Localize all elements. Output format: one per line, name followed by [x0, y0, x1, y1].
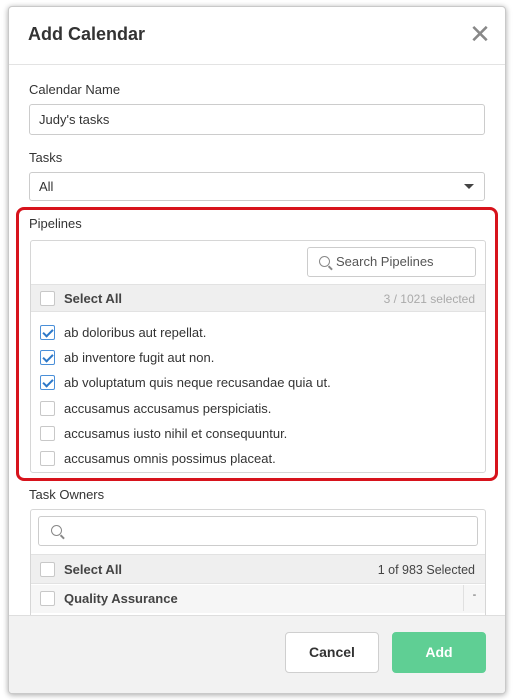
pipeline-item-label: accusamus iusto nihil et consequuntur. — [64, 426, 288, 441]
add-calendar-dialog: Add Calendar ✕ Calendar Name Judy's task… — [8, 6, 506, 694]
pipelines-selected-count: 3 / 1021 selected — [383, 292, 475, 306]
pipelines-select-all-checkbox[interactable] — [40, 291, 55, 306]
task-owners-label: Task Owners — [29, 487, 105, 502]
pipeline-item-label: ab inventore fugit aut non. — [64, 350, 215, 365]
pipeline-checkbox-checked[interactable] — [40, 350, 55, 365]
search-icon — [319, 256, 330, 267]
pipeline-item[interactable]: accusamus accusamus perspiciatis. — [31, 396, 485, 421]
pipelines-search-input[interactable]: Search Pipelines — [307, 247, 476, 277]
pipelines-select-all-label: Select All — [64, 291, 123, 306]
pipelines-list: Search Pipelines Select All 3 / 1021 sel… — [30, 240, 486, 473]
tasks-label: Tasks — [29, 150, 63, 165]
task-owners-select-all-label: Select All — [64, 562, 123, 577]
pipeline-checkbox[interactable] — [40, 451, 55, 466]
collapse-group-button[interactable]: - — [463, 585, 485, 611]
add-button[interactable]: Add — [392, 632, 486, 673]
pipeline-item[interactable]: ab inventore fugit aut non. — [31, 345, 485, 370]
pipeline-checkbox-checked[interactable] — [40, 375, 55, 390]
pipeline-checkbox-checked[interactable] — [40, 325, 55, 340]
task-owners-selected-count: 1 of 983 Selected — [377, 563, 475, 577]
dialog-title: Add Calendar — [28, 24, 146, 44]
chevron-down-icon — [464, 184, 474, 189]
cancel-button[interactable]: Cancel — [285, 632, 379, 673]
pipeline-item[interactable]: ab voluptatum quis neque recusandae quia… — [31, 370, 485, 395]
tasks-select[interactable]: All — [29, 172, 485, 201]
pipeline-item[interactable]: ab doloribus aut repellat. — [31, 320, 485, 345]
task-owners-list: Select All 1 of 983 Selected Quality Ass… — [30, 509, 486, 619]
pipelines-label: Pipelines — [29, 216, 82, 231]
calendar-name-label: Calendar Name — [29, 82, 121, 97]
pipeline-item-label: accusamus accusamus perspiciatis. — [64, 401, 272, 416]
tasks-selected-value: All — [39, 179, 54, 194]
calendar-name-input[interactable]: Judy's tasks — [29, 104, 485, 135]
close-icon[interactable]: ✕ — [467, 21, 493, 47]
pipeline-item-label: accusamus omnis possimus placeat. — [64, 451, 276, 466]
pipelines-select-all-row[interactable]: Select All 3 / 1021 selected — [31, 284, 485, 312]
task-owner-group-label: Quality Assurance — [64, 591, 178, 606]
pipeline-item[interactable]: accusamus omnis possimus placeat. — [31, 446, 485, 471]
pipeline-item[interactable]: accusamus iusto nihil et consequuntur. — [31, 421, 485, 446]
search-icon — [51, 525, 62, 536]
dialog-footer: Cancel Add — [9, 615, 505, 693]
task-owners-search-input[interactable] — [38, 516, 478, 546]
pipeline-item-label: ab voluptatum quis neque recusandae quia… — [64, 375, 331, 390]
pipeline-checkbox[interactable] — [40, 426, 55, 441]
pipeline-checkbox[interactable] — [40, 401, 55, 416]
task-owner-group-row[interactable]: Quality Assurance - — [31, 585, 485, 613]
task-owners-select-all-row[interactable]: Select All 1 of 983 Selected — [31, 554, 485, 584]
task-owners-select-all-checkbox[interactable] — [40, 562, 55, 577]
task-owner-group-checkbox[interactable] — [40, 591, 55, 606]
pipelines-search-placeholder: Search Pipelines — [336, 254, 434, 269]
pipeline-item-label: ab doloribus aut repellat. — [64, 325, 207, 340]
dialog-header: Add Calendar ✕ — [9, 7, 505, 65]
